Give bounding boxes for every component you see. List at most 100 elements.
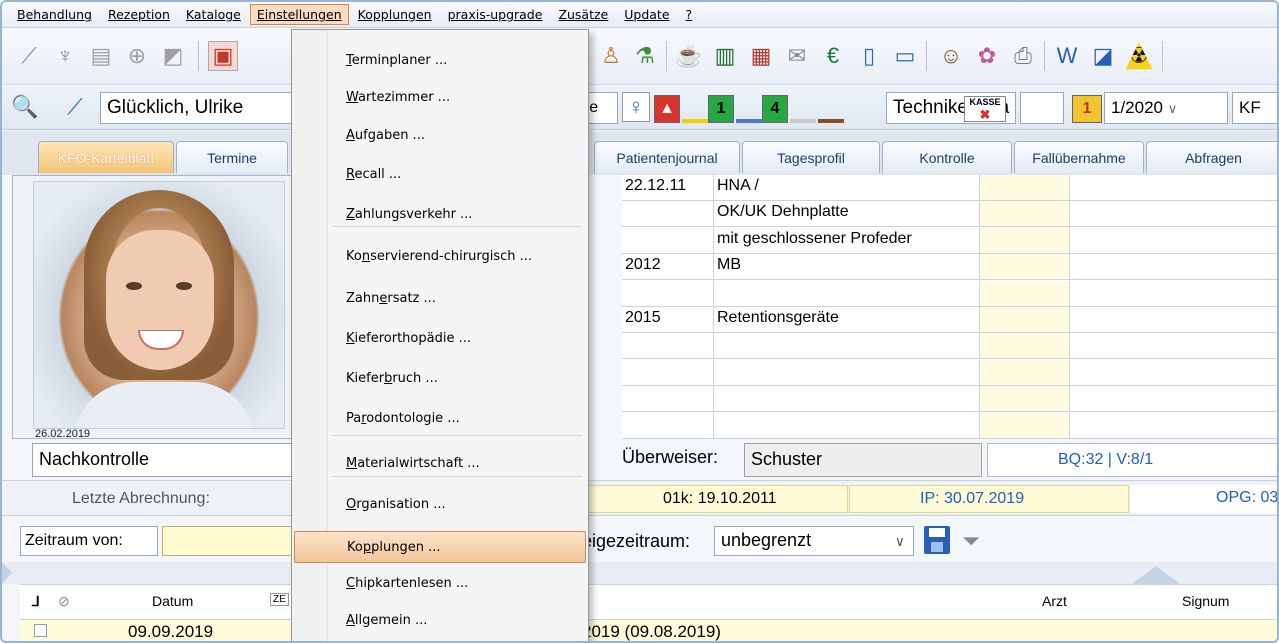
splitter-bar[interactable] — [2, 562, 1277, 584]
ortho-bracket-icon[interactable]: ▣ — [208, 41, 238, 71]
menu-item-zahlungsverkehr[interactable]: Zahlungsverkehr ... — [294, 199, 586, 231]
menu-kataloge[interactable]: Kataloge — [179, 4, 248, 25]
menu-update[interactable]: Update — [617, 4, 676, 25]
menu-behandlung[interactable]: Behandlung — [10, 4, 99, 25]
quarter-badge[interactable]: 1 — [1072, 95, 1102, 123]
journal-extra-cell[interactable] — [1070, 386, 1277, 413]
attachment-icon[interactable]: ⊘ — [58, 593, 70, 610]
binder-icon[interactable]: ▭ — [890, 41, 920, 71]
journal-date-cell[interactable]: 2012 — [622, 254, 714, 281]
menu-item-terminplaner[interactable]: Terminplaner ... — [294, 45, 586, 77]
journal-date-cell[interactable] — [622, 227, 714, 254]
journal-extra-cell[interactable] — [980, 386, 1070, 413]
menu-item-zahnersatz[interactable]: Zahnersatz ... — [294, 283, 586, 315]
menu-item-konservierend-chirurgisch[interactable]: Konservierend-chirurgisch ... — [294, 241, 586, 273]
menu-zusaetze[interactable]: Zusätze — [551, 4, 615, 25]
key-icon[interactable]: ♀ — [622, 92, 650, 122]
journal-extra-cell[interactable] — [980, 359, 1070, 386]
staff-icon[interactable]: ☺ — [936, 41, 966, 71]
word-icon[interactable]: W — [1052, 41, 1082, 71]
lab-flask-icon[interactable]: ⚗ — [630, 41, 660, 71]
radiation-warning-icon[interactable]: ☢ — [1125, 42, 1153, 70]
journal-extra-cell[interactable] — [1070, 333, 1277, 360]
journal-extra-cell[interactable] — [980, 201, 1070, 228]
col-arzt[interactable]: Arzt — [1042, 593, 1067, 609]
printer-icon[interactable]: ⎙ — [1008, 41, 1038, 71]
chart-icon[interactable]: ◩ — [158, 41, 188, 71]
document-icon[interactable]: ▤ — [86, 41, 116, 71]
journal-date-cell[interactable] — [622, 280, 714, 307]
journal-date-cell[interactable] — [622, 359, 714, 386]
filter-icon[interactable]: ⏷ — [958, 528, 984, 554]
journal-date-cell[interactable]: 2015 — [622, 307, 714, 333]
menu-item-kieferorthopädie[interactable]: Kieferorthopädie ... — [294, 323, 586, 355]
menu-item-kopplungen[interactable]: Kopplungen ... — [294, 531, 586, 563]
journal-text-cell[interactable] — [714, 333, 980, 360]
journal-extra-cell[interactable] — [980, 227, 1070, 254]
menu-kopplungen[interactable]: Kopplungen — [351, 4, 439, 25]
patient-name-field[interactable]: Glücklich, Ulrike — [100, 92, 292, 124]
search-icon[interactable]: 🔍 — [10, 92, 40, 122]
journal-text-cell[interactable]: mit geschlossener Profeder — [714, 227, 980, 254]
journal-extra-cell[interactable] — [1070, 281, 1277, 307]
journal-extra-cell[interactable] — [1070, 201, 1277, 228]
row-checkbox[interactable] — [34, 624, 47, 637]
menu-item-wartezimmer[interactable]: Wartezimmer ... — [294, 82, 586, 114]
alert-badge-icon[interactable]: ▲ — [654, 95, 680, 123]
journal-extra-cell[interactable] — [1070, 413, 1277, 439]
journal-text-cell[interactable] — [714, 280, 980, 307]
menu-rezeption[interactable]: Rezeption — [101, 4, 177, 25]
tab-termine[interactable]: Termine — [176, 141, 288, 173]
journal-extra-cell[interactable] — [980, 254, 1070, 281]
calendar-icon[interactable]: ▦ — [746, 41, 776, 71]
kfo-field[interactable]: KF — [1232, 92, 1277, 124]
patient-icon[interactable]: ♙ — [596, 41, 626, 71]
menu-item-organisation[interactable]: Organisation ... — [294, 489, 586, 521]
badge-one[interactable]: 1 — [708, 95, 734, 123]
monitor-icon[interactable]: ◪ — [1088, 41, 1118, 71]
journal-extra-cell[interactable] — [980, 175, 1070, 201]
journal-extra-cell[interactable] — [1070, 175, 1277, 201]
menu-item-kieferbruch[interactable]: Kieferbruch ... — [294, 363, 586, 395]
sort-icon[interactable]: ⅃ — [32, 593, 40, 610]
tab-tagesprofil[interactable]: Tagesprofil — [742, 141, 880, 173]
nachkontrolle-field[interactable]: Nachkontrolle — [32, 443, 302, 477]
tooth-chart-icon[interactable]: ⊕ — [122, 41, 152, 71]
info-panel-icon[interactable]: ▥ — [710, 41, 740, 71]
menu-item-recall[interactable]: Recall ... — [294, 159, 586, 191]
journal-date-cell[interactable] — [622, 386, 714, 413]
dental-chair-icon[interactable]: ♆ — [50, 41, 80, 71]
group-icon[interactable]: ✿ — [972, 41, 1002, 71]
empty-field[interactable] — [1020, 92, 1064, 124]
ueberweiser-field[interactable]: Schuster — [744, 443, 982, 477]
journal-text-cell[interactable]: HNA / — [714, 175, 980, 201]
menu-item-allgemein[interactable]: Allgemein ... — [294, 605, 586, 637]
kasse-icon[interactable]: KASSE ✖ — [964, 96, 1006, 122]
zeitraum-input[interactable] — [162, 526, 292, 556]
journal-extra-cell[interactable] — [980, 280, 1070, 307]
tab-abfragen[interactable]: Abfragen — [1146, 141, 1277, 173]
menu-praxis-upgrade[interactable]: praxis-upgrade — [441, 4, 550, 25]
journal-date-cell[interactable]: 22.12.11 — [622, 175, 714, 201]
col-signum[interactable]: Signum — [1182, 593, 1229, 609]
menu-item-materialwirtschaft[interactable]: Materialwirtschaft ... — [294, 448, 586, 480]
journal-text-cell[interactable] — [714, 386, 980, 413]
journal-date-cell[interactable] — [622, 201, 714, 228]
tab-kontrolle[interactable]: Kontrolle — [882, 141, 1012, 173]
mail-icon[interactable]: ✉ — [782, 41, 812, 71]
badge-four[interactable]: 4 — [762, 95, 788, 123]
anzeigezeitraum-select[interactable]: unbegrenzt ∨ — [714, 526, 914, 556]
cup-icon[interactable]: ☕ — [674, 41, 704, 71]
table-row[interactable]: 09.09.2019 2019 (09.08.2019) — [20, 620, 1277, 641]
col-ze[interactable]: ZE — [270, 593, 289, 606]
euro-icon[interactable]: € — [818, 41, 848, 71]
journal-extra-cell[interactable] — [980, 333, 1070, 360]
collapse-left-icon[interactable] — [2, 562, 12, 584]
journal-text-cell[interactable]: MB — [714, 254, 980, 281]
journal-extra-cell[interactable] — [1070, 254, 1277, 281]
tab-falluebernahme[interactable]: Fallübernahme — [1014, 141, 1144, 173]
patient-photo[interactable] — [33, 181, 285, 429]
menu-help[interactable]: ? — [679, 4, 700, 25]
journal-text-cell[interactable]: OK/UK Dehnplatte — [714, 201, 980, 228]
journal-date-cell[interactable] — [622, 333, 714, 360]
